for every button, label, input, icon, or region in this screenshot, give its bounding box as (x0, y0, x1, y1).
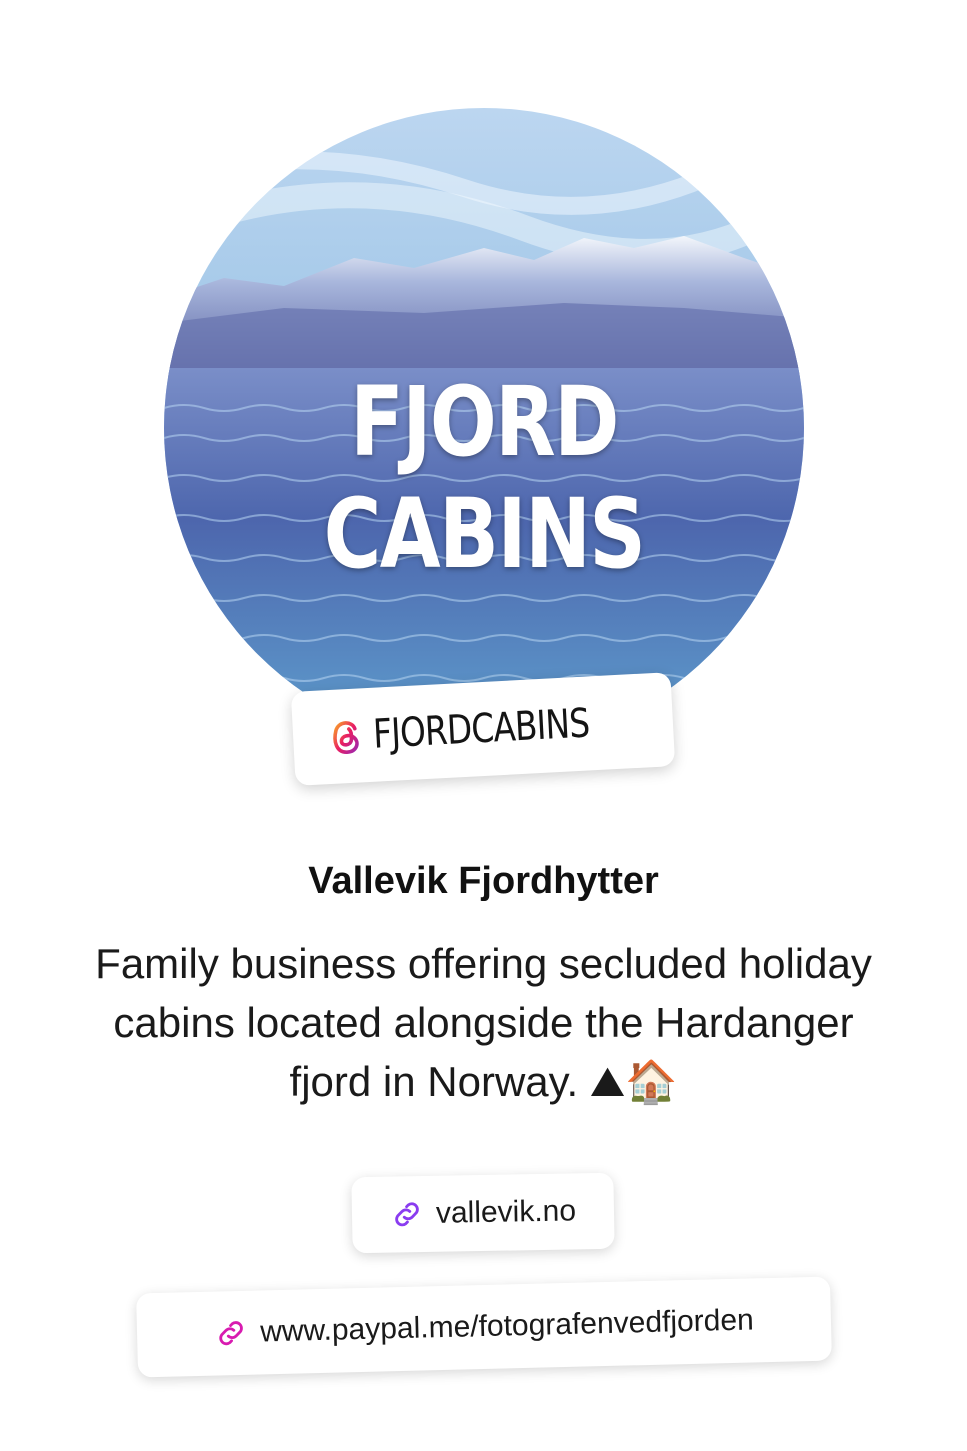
link-label: vallevik.no (435, 1194, 577, 1230)
threads-icon (333, 721, 359, 754)
link-vallevik[interactable]: vallevik.no (351, 1172, 615, 1254)
profile-handle-tag[interactable]: FJORDCABINS (290, 672, 676, 786)
display-name: Vallevik Fjordhytter (308, 860, 659, 902)
avatar-title-text: FJORD CABINS (323, 366, 646, 590)
link-icon (219, 1321, 244, 1346)
link-icon (395, 1202, 419, 1227)
link-label: www.paypal.me/fotografenvedfjorden (259, 1303, 755, 1349)
profile-handle: FJORDCABINS (372, 700, 591, 758)
profile-avatar[interactable]: FJORD CABINS (164, 108, 804, 748)
link-paypal[interactable]: www.paypal.me/fotografenvedfjorden (136, 1276, 832, 1378)
profile-bio: Family business offering secluded holida… (95, 940, 872, 1105)
